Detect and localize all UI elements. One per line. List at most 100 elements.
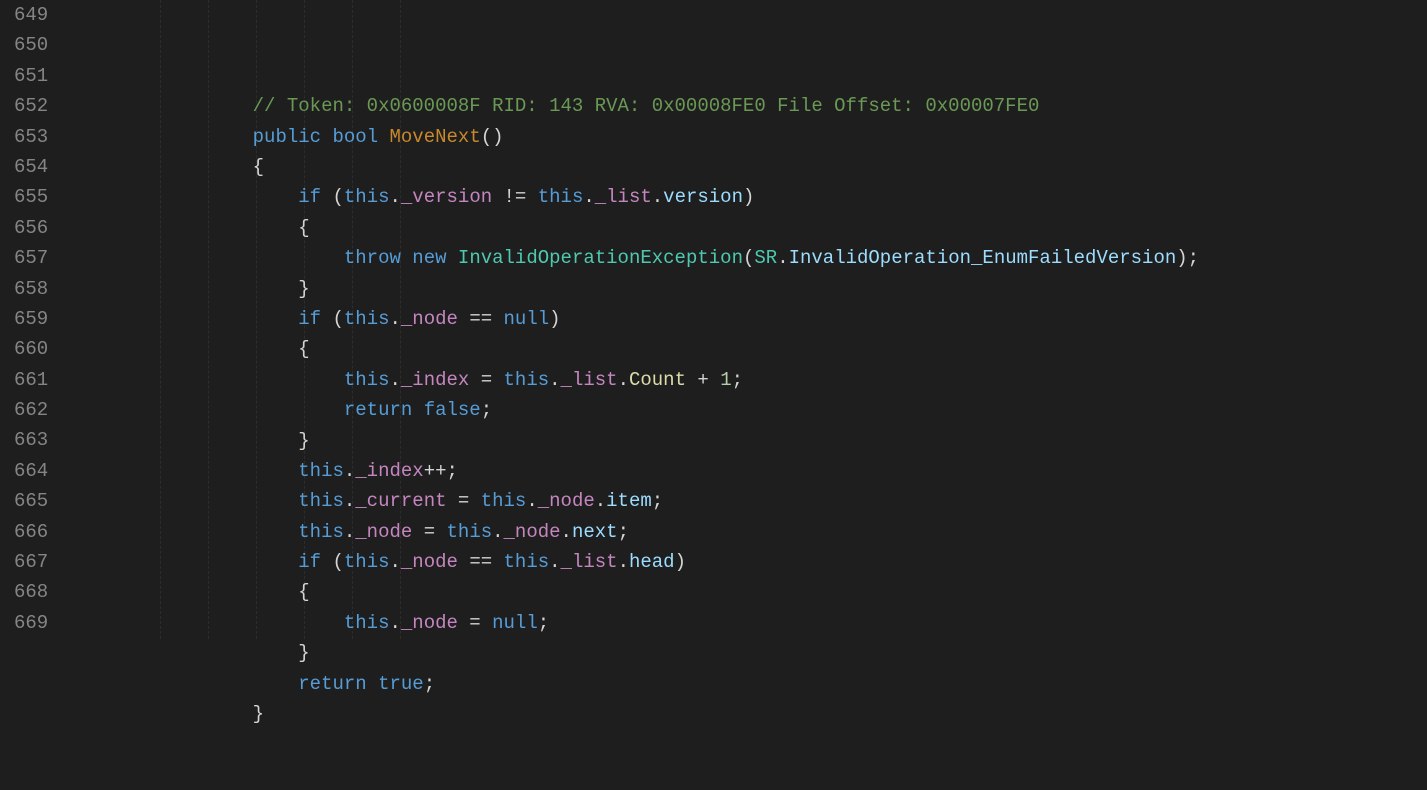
code-line[interactable]: // Token: 0x0600008F RID: 143 RVA: 0x000… xyxy=(70,91,1427,121)
token: ; xyxy=(618,521,629,543)
code-line[interactable]: if (this._node == null) xyxy=(70,304,1427,334)
token: ( xyxy=(321,308,344,330)
line-number: 661 xyxy=(14,365,48,395)
code-line[interactable]: if (this._node == this._list.head) xyxy=(70,547,1427,577)
token: . xyxy=(390,551,401,573)
token: ; xyxy=(481,399,492,421)
token: { xyxy=(298,217,309,239)
token: _node xyxy=(538,490,595,512)
token: null xyxy=(504,308,550,330)
token: _node xyxy=(355,521,412,543)
token: = xyxy=(469,369,503,391)
token: { xyxy=(253,156,264,178)
token: _list xyxy=(561,551,618,573)
token: this xyxy=(298,490,344,512)
token xyxy=(321,126,332,148)
line-number: 666 xyxy=(14,517,48,547)
token xyxy=(367,673,378,695)
token: . xyxy=(492,521,503,543)
token: this xyxy=(481,490,527,512)
token: _node xyxy=(401,612,458,634)
token: _list xyxy=(595,186,652,208)
token: ; xyxy=(652,490,663,512)
token: ; xyxy=(732,369,743,391)
line-number: 654 xyxy=(14,152,48,182)
token: } xyxy=(298,430,309,452)
token xyxy=(401,247,412,269)
code-line[interactable]: return true; xyxy=(70,669,1427,699)
token: ( xyxy=(321,551,344,573)
token: SR xyxy=(754,247,777,269)
token: if xyxy=(298,551,321,573)
token: . xyxy=(390,186,401,208)
token: = xyxy=(458,612,492,634)
token: _index xyxy=(401,369,469,391)
line-number: 651 xyxy=(14,61,48,91)
token: . xyxy=(389,369,400,391)
code-line[interactable]: this._index++; xyxy=(70,456,1427,486)
token: == xyxy=(458,308,504,330)
line-number: 659 xyxy=(14,304,48,334)
code-line[interactable]: throw new InvalidOperationException(SR.I… xyxy=(70,243,1427,273)
token: . xyxy=(583,186,594,208)
line-number: 664 xyxy=(14,456,48,486)
code-line[interactable]: { xyxy=(70,152,1427,182)
line-number: 658 xyxy=(14,274,48,304)
code-line[interactable]: this._node = this._node.next; xyxy=(70,517,1427,547)
token: item xyxy=(606,490,652,512)
token: _node xyxy=(504,521,561,543)
token: 1 xyxy=(720,369,731,391)
line-number-gutter: 6496506516526536546556566576586596606616… xyxy=(0,0,70,639)
token: . xyxy=(344,521,355,543)
code-lines: // Token: 0x0600008F RID: 143 RVA: 0x000… xyxy=(70,91,1427,729)
token: . xyxy=(389,612,400,634)
token: ++; xyxy=(424,460,458,482)
token: new xyxy=(412,247,446,269)
token: = xyxy=(447,490,481,512)
line-number: 649 xyxy=(14,0,48,30)
token: ) xyxy=(549,308,560,330)
line-number: 653 xyxy=(14,122,48,152)
token: ) xyxy=(743,186,754,208)
code-line[interactable]: } xyxy=(70,699,1427,729)
token: this xyxy=(344,551,390,573)
token: this xyxy=(298,521,344,543)
token: null xyxy=(492,612,538,634)
token: } xyxy=(298,642,309,664)
token xyxy=(447,247,458,269)
code-line[interactable]: } xyxy=(70,638,1427,668)
token: . xyxy=(618,369,629,391)
token: if xyxy=(298,308,321,330)
code-line[interactable]: } xyxy=(70,426,1427,456)
token: . xyxy=(390,308,401,330)
line-number: 655 xyxy=(14,182,48,212)
token: this xyxy=(344,186,390,208)
line-number: 665 xyxy=(14,486,48,516)
code-line[interactable]: if (this._version != this._list.version) xyxy=(70,182,1427,212)
code-line[interactable]: return false; xyxy=(70,395,1427,425)
code-line[interactable]: public bool MoveNext() xyxy=(70,122,1427,152)
code-line[interactable]: this._node = null; xyxy=(70,608,1427,638)
code-line[interactable]: { xyxy=(70,577,1427,607)
token: ( xyxy=(743,247,754,269)
token: Count xyxy=(629,369,686,391)
line-number: 650 xyxy=(14,30,48,60)
token: . xyxy=(344,460,355,482)
line-number: 652 xyxy=(14,91,48,121)
code-editor[interactable]: 6496506516526536546556566576586596606616… xyxy=(0,0,1427,639)
code-line[interactable]: this._index = this._list.Count + 1; xyxy=(70,365,1427,395)
code-line[interactable]: this._current = this._node.item; xyxy=(70,486,1427,516)
token: . xyxy=(561,521,572,543)
code-line[interactable]: } xyxy=(70,274,1427,304)
token: this xyxy=(344,369,390,391)
token: this xyxy=(538,186,584,208)
token: . xyxy=(526,490,537,512)
token: { xyxy=(298,581,309,603)
token: this xyxy=(504,369,550,391)
code-line[interactable]: { xyxy=(70,213,1427,243)
token: this xyxy=(344,612,390,634)
token: } xyxy=(298,278,309,300)
code-line[interactable]: { xyxy=(70,334,1427,364)
line-number: 667 xyxy=(14,547,48,577)
code-area[interactable]: // Token: 0x0600008F RID: 143 RVA: 0x000… xyxy=(70,0,1427,639)
